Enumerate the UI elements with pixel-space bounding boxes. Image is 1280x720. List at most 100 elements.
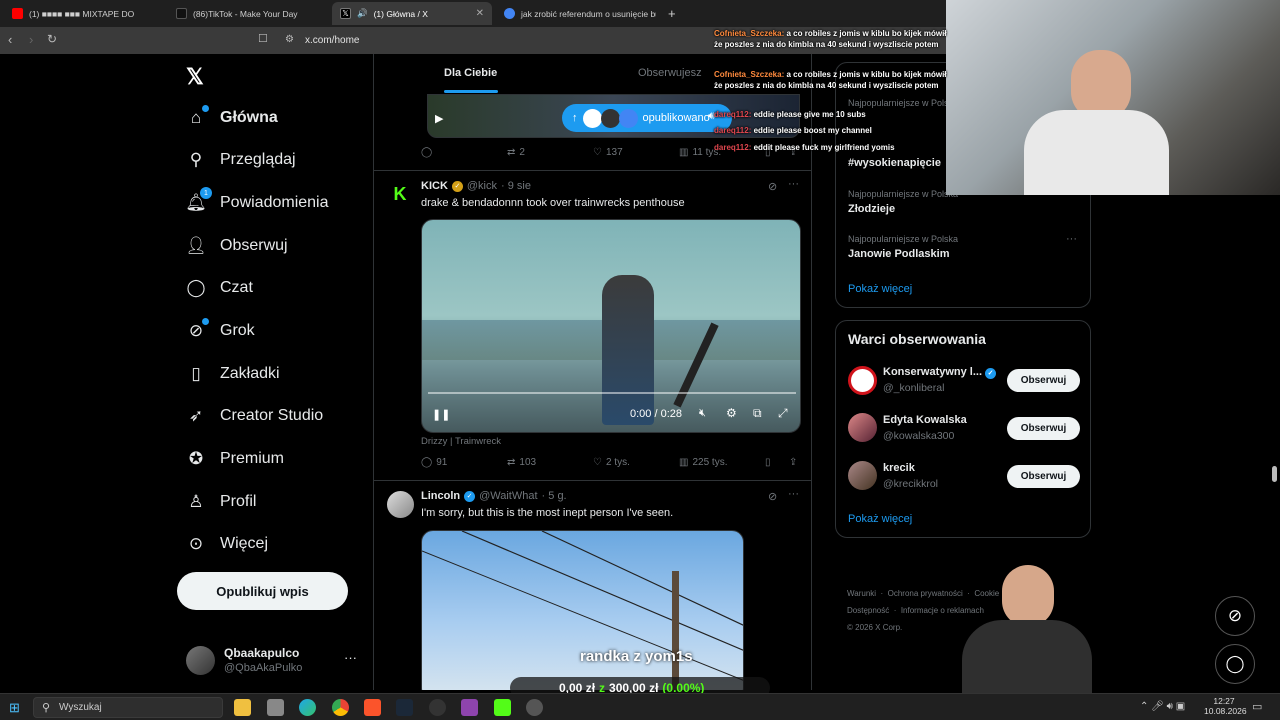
video-player[interactable] [421,530,744,690]
avatar[interactable] [848,413,877,442]
account-switcher[interactable]: Qbaakapulco @QbaAkaPulko ··· [186,644,361,678]
video-caption[interactable]: Drizzy | Trainwreck [421,436,501,447]
nav-notifications[interactable]: 🔔︎ 1 Powiadomienia [185,185,329,221]
bookmark-icon[interactable]: ▯ [765,457,771,468]
footer-link[interactable]: Ochrona prywatności [888,589,963,598]
more-dots-icon[interactable]: ··· [788,178,799,190]
tweet-time[interactable]: · 5 g. [542,490,567,502]
repost-button[interactable]: ⇄ 103 [507,457,536,468]
author-handle[interactable]: @WaitWhat [479,490,537,502]
scrollbar-thumb[interactable] [1272,466,1277,482]
nav-grok[interactable]: ⊘ Grok [186,313,255,349]
new-tab-button[interactable]: + [660,2,680,25]
browser-tab-tiktok[interactable]: (86)TikTok - Make Your Day [168,2,328,25]
tray-icons[interactable]: ⌃ 🎤︎ 🔊︎ ▣ [1140,701,1185,712]
views-button[interactable]: ▥ 225 tys. [679,457,727,468]
trend-item[interactable]: #wysokienapięcie [848,157,941,169]
follow-button[interactable]: Obserwuj [1007,417,1080,440]
suggested-name[interactable]: krecik [883,462,915,474]
profile-handle: @QbaAkaPulko [224,662,303,674]
footer-link[interactable]: Dostępność [847,606,889,615]
nav-premium[interactable]: ✪ Premium [186,441,284,477]
nav-explore[interactable]: ⚲ Przeglądaj [186,142,296,178]
pip-icon[interactable]: ⧉ [753,406,762,421]
suggested-name[interactable]: Konserwatywny l... ✓ [883,366,997,379]
follow-button[interactable]: Obserwuj [1007,369,1080,392]
tweet-header: Lincoln ✓ @WaitWhat · 5 g. [421,490,567,502]
reload-icon[interactable]: ↻ [47,32,57,46]
grok-float-button[interactable]: ⊘ [1215,596,1255,636]
file-explorer-icon[interactable] [234,699,251,716]
author-handle[interactable]: @kick [467,180,497,192]
nav-more[interactable]: ⊙ Więcej [186,526,268,562]
trend-item[interactable]: Janowie Podlaskim [848,248,949,260]
windows-start-icon[interactable]: ⊞ [9,700,20,716]
play-icon[interactable]: ▶ [435,112,443,125]
app-icon[interactable] [526,699,543,716]
nav-home[interactable]: ⌂ Główna [186,100,278,136]
steam-icon[interactable] [396,699,413,716]
nav-profile[interactable]: ♙ Profil [186,484,256,520]
author-name[interactable]: Lincoln [421,490,460,502]
settings-icon[interactable]: ⚙ [726,406,737,420]
more-dots-icon[interactable]: ··· [788,488,799,500]
clock[interactable]: 12:27 10.08.2026 [1204,696,1247,716]
taskbar-search[interactable]: ⚲ Wyszukaj [33,697,223,718]
grok-icon[interactable]: ⊘ [768,490,777,503]
avatar[interactable] [848,461,877,490]
suggested-name[interactable]: Edyta Kowalska [883,414,967,426]
show-more-link[interactable]: Pokaż więcej [848,283,912,295]
video-progress-bar[interactable] [428,392,796,394]
url-field[interactable]: x.com/home [305,35,359,46]
show-more-link[interactable]: Pokaż więcej [848,513,912,525]
author-name[interactable]: KICK [421,180,448,192]
fullscreen-icon[interactable]: ⤢ [778,406,788,421]
chrome-icon[interactable] [332,699,349,716]
nav-bookmarks[interactable]: ▯ Zakładki [186,356,279,392]
obs-icon[interactable] [429,699,446,716]
tab-following[interactable]: Obserwujesz [638,67,702,79]
close-tab-icon[interactable]: ✕ [476,8,484,19]
chat-float-button[interactable]: ◯ [1215,644,1255,684]
like-button[interactable]: ♡ 137 [593,147,623,158]
avatar[interactable] [387,491,414,518]
reply-icon[interactable]: ◯ [421,147,432,158]
video-player[interactable]: ❚❚ 0:00 / 0:28 🔇︎ ⚙ ⧉ ⤢ [421,219,801,433]
repost-button[interactable]: ⇄ 2 [507,147,525,158]
notification-icon[interactable]: ▭ [1252,700,1262,713]
browser-tab-youtube[interactable]: (1) ■■■■ ■■■ MIXTAPE DO [4,2,166,25]
reply-button[interactable]: ◯ 91 [421,457,447,468]
share-icon[interactable]: ⇪ [789,457,797,468]
trend-item[interactable]: Złodzieje [848,203,895,215]
app-icon[interactable] [461,699,478,716]
forward-icon[interactable]: › [29,32,33,47]
streamer-shirt [1024,110,1169,195]
nav-follow[interactable]: 👤︎ Obserwuj [185,228,287,264]
mute-icon[interactable]: 🔇︎ [699,407,706,420]
more-dots-icon[interactable]: ··· [1066,233,1077,245]
tweet-time[interactable]: · 9 sie [501,180,531,192]
post-button[interactable]: Opublikuj wpis [177,572,348,610]
bookmark-page-icon[interactable]: ☐ [258,32,268,45]
browser-tab-x[interactable]: 𝕏 🔊 (1) Główna / X ✕ [332,2,492,25]
edge-icon[interactable] [299,699,316,716]
footer-link[interactable]: Warunki [847,589,876,598]
site-info-icon[interactable]: ⚙ [285,34,294,45]
more-dots-icon[interactable]: ··· [344,650,357,665]
x-logo-icon[interactable]: 𝕏 [186,64,204,90]
nav-chat[interactable]: ◯ Czat [186,270,252,306]
published-pill[interactable]: ↑ opublikowano [562,104,732,132]
like-button[interactable]: ♡ 2 tys. [593,457,630,468]
nav-creator-studio[interactable]: ➶ Creator Studio [186,398,323,434]
brave-icon[interactable] [364,699,381,716]
kick-icon[interactable] [494,699,511,716]
back-icon[interactable]: ‹ [8,32,12,47]
follow-button[interactable]: Obserwuj [1007,465,1080,488]
app-icon[interactable] [267,699,284,716]
browser-tab-google[interactable]: jak zrobić referendum o usunięcie bu [496,2,656,25]
grok-icon[interactable]: ⊘ [768,180,777,193]
pause-icon[interactable]: ❚❚ [432,408,450,421]
avatar[interactable]: K [388,182,412,206]
tab-for-you[interactable]: Dla Ciebie [444,67,497,79]
avatar[interactable] [848,366,877,395]
